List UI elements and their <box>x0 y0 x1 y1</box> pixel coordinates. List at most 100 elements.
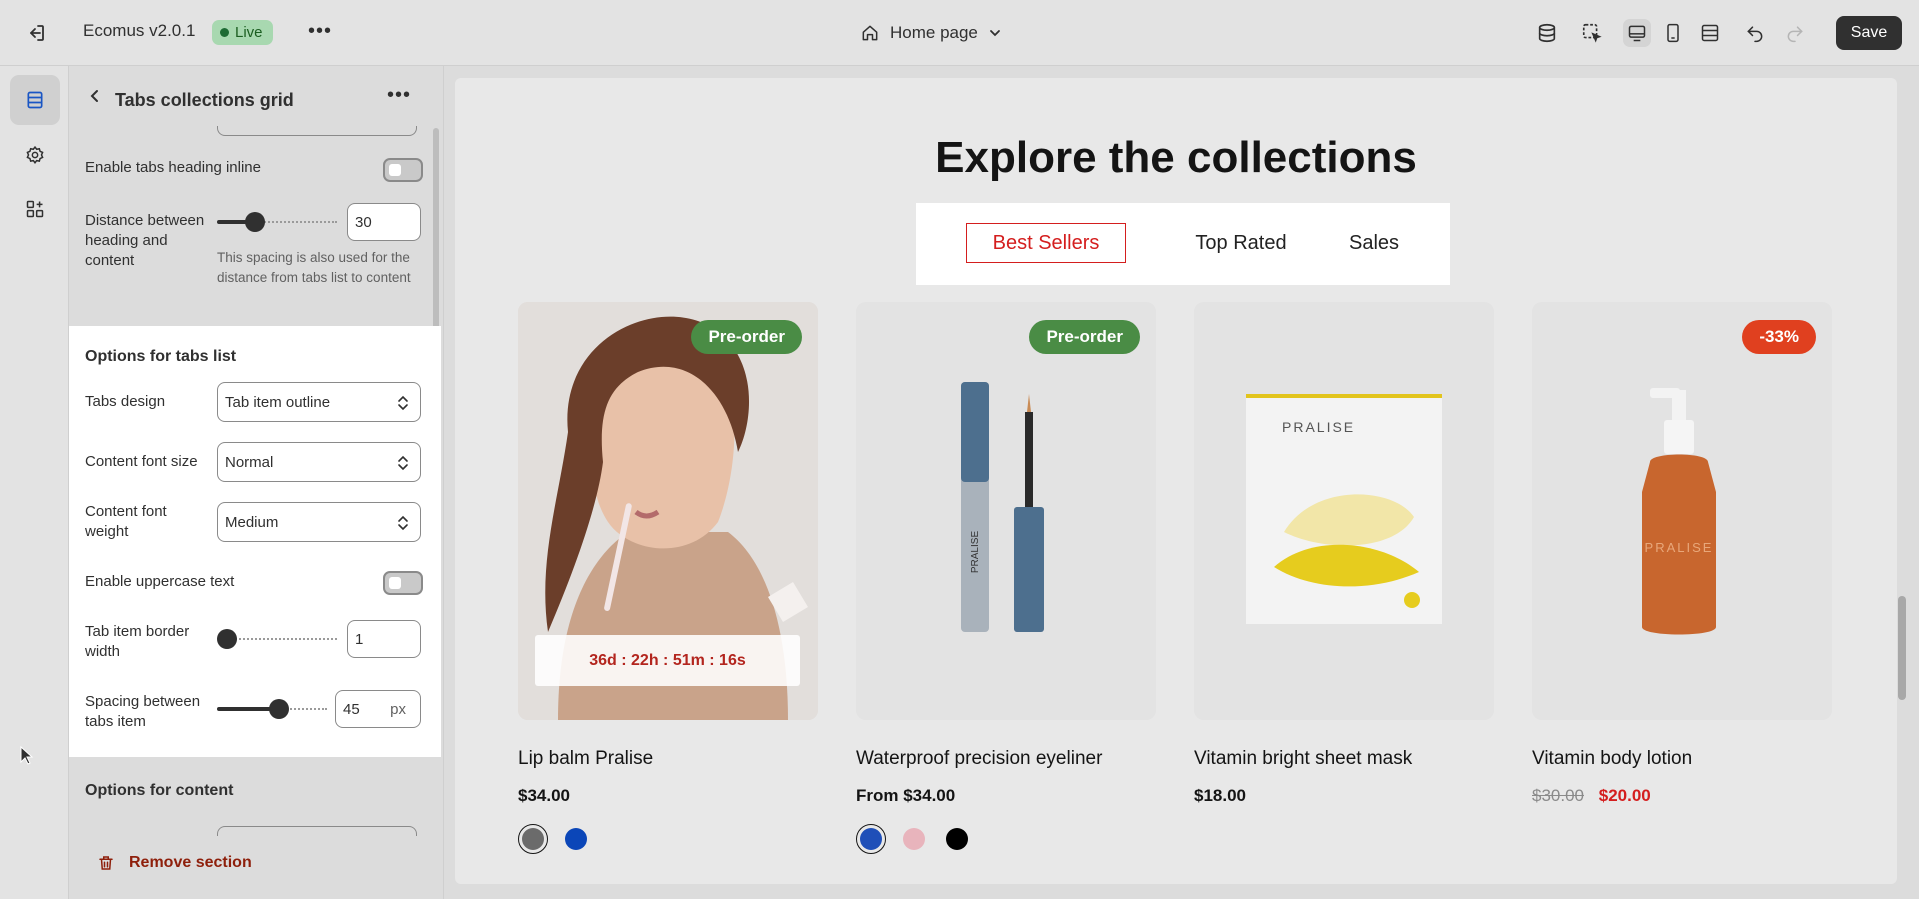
home-icon <box>862 25 878 41</box>
product-image[interactable]: PRALISE Pre-order <box>856 302 1156 720</box>
remove-section-button[interactable]: Remove section <box>97 854 252 872</box>
content-font-size-label: Content font size <box>85 453 198 470</box>
content-font-weight-select[interactable]: Medium <box>217 502 421 542</box>
content-options-section-title: Options for content <box>85 782 234 799</box>
left-rail <box>0 66 68 899</box>
swatch-blue[interactable] <box>856 824 886 854</box>
slider-thumb[interactable] <box>245 212 265 232</box>
border-width-slider[interactable] <box>217 629 337 649</box>
distance-help-text: This spacing is also used for the distan… <box>217 250 411 285</box>
product-price: From $34.00 <box>856 786 956 805</box>
preview-scrollbar[interactable] <box>1898 596 1906 700</box>
slider-thumb[interactable] <box>269 699 289 719</box>
select-chevron-icon <box>398 395 408 411</box>
color-swatches <box>856 824 972 854</box>
enable-heading-inline-toggle[interactable] <box>383 158 423 182</box>
tabs-design-select[interactable]: Tab item outline <box>217 382 421 422</box>
mouse-cursor-icon <box>20 746 34 765</box>
body-lotion-image: PRALISE <box>1532 302 1832 720</box>
content-font-size-select[interactable]: Normal <box>217 442 421 482</box>
app-title: Ecomus v2.0.1 <box>83 21 196 40</box>
product-image[interactable]: PRALISE -33% <box>1532 302 1832 720</box>
tab-top-rated[interactable]: Top Rated <box>1176 223 1306 263</box>
distance-slider[interactable] <box>217 212 337 232</box>
spacing-value: 45 <box>343 700 360 718</box>
field-stub-bottom[interactable] <box>217 826 417 836</box>
product-image[interactable]: PRALISE <box>1194 302 1494 720</box>
collection-tabs: Best Sellers Top Rated Sales <box>916 203 1450 285</box>
sheet-mask-image: PRALISE <box>1194 302 1494 720</box>
product-image[interactable]: Pre-order 36d : 22h : 51m : 16s <box>518 302 818 720</box>
tabs-list-options-box: Options for tabs list Tabs design Tab it… <box>69 326 441 757</box>
redo-icon[interactable] <box>1781 19 1809 47</box>
save-button[interactable]: Save <box>1836 16 1902 50</box>
eyeliner-image: PRALISE <box>856 302 1156 720</box>
spacing-slider[interactable] <box>217 699 327 719</box>
enable-heading-inline-label: Enable tabs heading inline <box>85 159 261 176</box>
collections-heading: Explore the collections <box>935 133 1417 182</box>
tabs-list-section-title: Options for tabs list <box>85 348 237 365</box>
countdown-timer: 36d : 22h : 51m : 16s <box>535 635 800 686</box>
more-icon[interactable]: ••• <box>308 20 332 43</box>
remove-section-label: Remove section <box>129 854 252 871</box>
page-selector[interactable]: Home page <box>860 18 1002 48</box>
tab-sales[interactable]: Sales <box>1334 223 1414 263</box>
uppercase-toggle[interactable] <box>383 571 423 595</box>
tabs-design-value: Tab item outline <box>225 393 331 411</box>
swatch-grey[interactable] <box>518 824 548 854</box>
select-chevron-icon <box>398 455 408 471</box>
settings-icon[interactable] <box>10 130 60 180</box>
spacing-input[interactable]: 45 px <box>335 690 421 728</box>
spacing-unit: px <box>390 700 406 718</box>
tabs-design-label: Tabs design <box>85 393 166 410</box>
distance-input[interactable]: 30 <box>347 203 421 241</box>
live-dot-icon <box>220 28 229 37</box>
page-label: Home page <box>890 23 978 42</box>
back-arrow-icon[interactable] <box>85 86 105 111</box>
live-label: Live <box>235 24 263 41</box>
settings-panel: Tabs collections grid ••• Enable tabs he… <box>68 66 444 899</box>
distance-value: 30 <box>355 213 372 231</box>
fullwidth-icon[interactable] <box>1696 19 1724 47</box>
chevron-down-icon <box>989 30 1000 37</box>
discount-badge: -33% <box>1742 320 1816 354</box>
inspector-icon[interactable] <box>1578 19 1606 47</box>
sale-price: $20.00 <box>1598 786 1651 805</box>
tab-best-sellers[interactable]: Best Sellers <box>966 223 1126 263</box>
content-font-weight-label: Content font weight <box>85 503 167 540</box>
slider-track <box>257 221 337 223</box>
color-swatches <box>518 824 591 854</box>
sections-icon[interactable] <box>10 75 60 125</box>
border-width-label: Tab item border width <box>85 623 190 660</box>
panel-header: Tabs collections grid ••• <box>69 66 445 126</box>
pre-order-badge: Pre-order <box>691 320 802 354</box>
field-stub-top[interactable] <box>217 126 417 136</box>
undo-icon[interactable] <box>1741 19 1769 47</box>
mobile-icon[interactable] <box>1659 19 1687 47</box>
eyeliner-brand-text: PRALISE <box>970 531 981 574</box>
border-width-input[interactable]: 1 <box>347 620 421 658</box>
swatch-black[interactable] <box>942 824 972 854</box>
desktop-icon[interactable] <box>1623 19 1651 47</box>
slider-thumb[interactable] <box>217 629 237 649</box>
lotion-brand-text: PRALISE <box>1645 540 1714 555</box>
distance-label: Distance between heading and content <box>85 212 205 269</box>
product-name[interactable]: Vitamin bright sheet mask <box>1194 748 1412 770</box>
exit-icon[interactable] <box>24 21 48 45</box>
panel-title: Tabs collections grid <box>115 90 294 110</box>
old-price: $30.00 <box>1532 786 1584 805</box>
uppercase-label: Enable uppercase text <box>85 573 235 590</box>
database-icon[interactable] <box>1533 19 1561 47</box>
product-price: $30.00 $20.00 <box>1532 786 1651 806</box>
swatch-blue[interactable] <box>561 824 591 854</box>
product-price: $18.00 <box>1194 786 1246 805</box>
product-name[interactable]: Lip balm Pralise <box>518 748 653 770</box>
product-name[interactable]: Waterproof precision eyeliner <box>856 748 1102 770</box>
swatch-pink[interactable] <box>899 824 929 854</box>
store-preview: Explore the collections Best Sellers Top… <box>455 78 1897 884</box>
slider-track <box>227 638 337 640</box>
apps-icon[interactable] <box>10 184 60 234</box>
product-name[interactable]: Vitamin body lotion <box>1532 748 1692 770</box>
more-icon[interactable]: ••• <box>387 84 411 107</box>
mask-brand-text: PRALISE <box>1282 419 1355 435</box>
